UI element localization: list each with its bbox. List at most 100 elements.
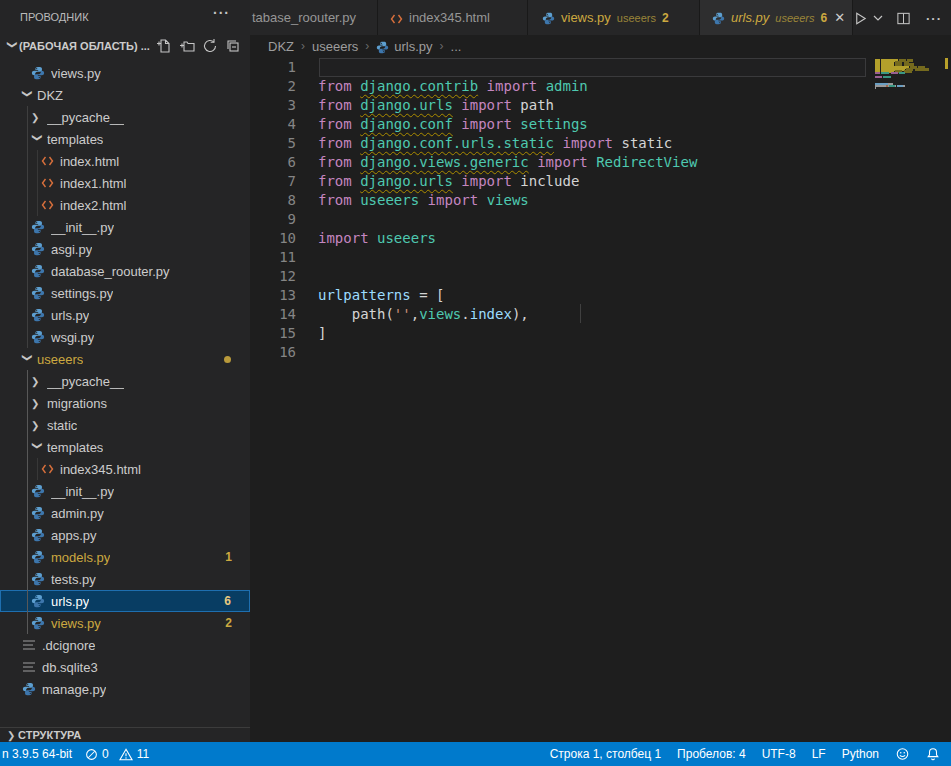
problems-status[interactable]: 0 11 bbox=[85, 742, 149, 766]
cursor-position-status[interactable]: Строка 1, столбец 1 bbox=[550, 742, 661, 766]
tree-item-settings.py[interactable]: settings.py bbox=[0, 282, 250, 304]
close-icon[interactable]: ✕ bbox=[834, 10, 845, 25]
chevron-down-icon: ❯ bbox=[7, 40, 18, 52]
bell-icon[interactable] bbox=[926, 742, 940, 766]
file-label: manage.py bbox=[42, 682, 106, 697]
tree-item-db.sqlite3[interactable]: db.sqlite3 bbox=[0, 656, 250, 678]
new-folder-icon[interactable] bbox=[179, 38, 195, 54]
tab-index345.html[interactable]: index345.html bbox=[378, 0, 528, 35]
collapse-all-icon[interactable] bbox=[225, 38, 241, 54]
file-label: index.html bbox=[60, 154, 119, 169]
code-line-9[interactable]: 9 bbox=[250, 210, 951, 229]
file-label: wsgi.py bbox=[51, 330, 94, 345]
list-icon bbox=[21, 637, 37, 653]
code-line-10[interactable]: 10import useeers bbox=[250, 229, 951, 248]
more-actions-icon[interactable]: ··· bbox=[926, 9, 942, 27]
tree-item-database_roouter.py[interactable]: database_roouter.py bbox=[0, 260, 250, 282]
file-label: asgi.py bbox=[51, 242, 92, 257]
tab-description: useeers bbox=[775, 12, 814, 24]
tree-indent-guide bbox=[37, 458, 38, 480]
warning-icon bbox=[119, 747, 133, 761]
feedback-icon[interactable] bbox=[895, 742, 910, 766]
problems-badge: 1 bbox=[225, 550, 250, 564]
code-line-8[interactable]: 8from useeers import views bbox=[250, 191, 951, 210]
file-label: settings.py bbox=[51, 286, 113, 301]
code-line-11[interactable]: 11 bbox=[250, 248, 951, 267]
tree-item-urls.py[interactable]: urls.py6 bbox=[0, 590, 250, 612]
breadcrumb-item[interactable]: useeers bbox=[312, 39, 358, 54]
python-icon bbox=[30, 241, 46, 257]
tree-item-migrations[interactable]: ❯migrations bbox=[0, 392, 250, 414]
tree-item-views.py[interactable]: views.py2 bbox=[0, 612, 250, 634]
breadcrumb-item[interactable]: urls.py bbox=[394, 39, 432, 54]
new-file-icon[interactable] bbox=[156, 38, 172, 54]
tree-item-tests.py[interactable]: tests.py bbox=[0, 568, 250, 590]
tree-item-DKZ[interactable]: ❯DKZ bbox=[0, 84, 250, 106]
tree-item-manage.py[interactable]: manage.py bbox=[0, 678, 250, 700]
line-number: 14 bbox=[250, 305, 296, 324]
code-line-1[interactable]: 1 bbox=[250, 58, 951, 77]
tree-item-__init__.py[interactable]: __init__.py bbox=[0, 480, 250, 502]
code-editor[interactable]: 12from django.contrib import admin3from … bbox=[250, 57, 951, 742]
outline-section-header[interactable]: ❯ СТРУКТУРА bbox=[0, 727, 250, 742]
tree-indent-guide bbox=[37, 150, 38, 216]
code-line-5[interactable]: 5from django.conf.urls.static import sta… bbox=[250, 134, 951, 153]
code-line-6[interactable]: 6from django.views.generic import Redire… bbox=[250, 153, 951, 172]
split-editor-icon[interactable] bbox=[896, 9, 911, 27]
language-mode-status[interactable]: Python bbox=[842, 742, 879, 766]
code-line-2[interactable]: 2from django.contrib import admin bbox=[250, 77, 951, 96]
tree-item-__init__.py[interactable]: __init__.py bbox=[0, 216, 250, 238]
run-icon[interactable] bbox=[853, 9, 868, 27]
chevron-down-icon: ❯ bbox=[32, 133, 43, 145]
html-icon bbox=[39, 461, 55, 477]
code-line-12[interactable]: 12 bbox=[250, 267, 951, 286]
tree-item-wsgi.py[interactable]: wsgi.py bbox=[0, 326, 250, 348]
tree-item-admin.py[interactable]: admin.py bbox=[0, 502, 250, 524]
tree-item-__pycache__[interactable]: ❯__pycache__ bbox=[0, 106, 250, 128]
tree-item-views.py[interactable]: views.py bbox=[0, 62, 250, 84]
tree-item-urls.py[interactable]: urls.py bbox=[0, 304, 250, 326]
code-line-16[interactable]: 16 bbox=[250, 343, 951, 362]
python-icon bbox=[30, 615, 46, 631]
breadcrumb-item[interactable]: DKZ bbox=[268, 39, 294, 54]
code-line-14[interactable]: 14 path('',views.index), bbox=[250, 305, 951, 324]
python-icon bbox=[30, 571, 46, 587]
tree-item-__pycache__[interactable]: ❯__pycache__ bbox=[0, 370, 250, 392]
run-dropdown-icon[interactable] bbox=[873, 9, 883, 27]
tree-item-models.py[interactable]: models.py1 bbox=[0, 546, 250, 568]
explorer-sidebar: ПРОВОДНИК ··· ❯ (РАБОЧАЯ ОБЛАСТЬ) ... vi… bbox=[0, 0, 250, 742]
workspace-section-header[interactable]: ❯ (РАБОЧАЯ ОБЛАСТЬ) ... bbox=[0, 35, 250, 57]
explorer-more-icon[interactable]: ··· bbox=[213, 5, 230, 21]
encoding-status[interactable]: UTF-8 bbox=[762, 742, 796, 766]
tree-indent-guide bbox=[27, 370, 28, 634]
python-interpreter-status[interactable]: n 3.9.5 64-bit bbox=[2, 742, 72, 766]
tree-item-templates[interactable]: ❯templates bbox=[0, 128, 250, 150]
error-icon bbox=[85, 747, 98, 761]
minimap[interactable] bbox=[875, 57, 939, 177]
chevron-right-icon: ❯ bbox=[7, 730, 18, 741]
tab-views.py[interactable]: views.pyuseeers2 bbox=[528, 0, 700, 35]
tab-urls.py[interactable]: urls.pyuseeers6✕ bbox=[700, 0, 853, 35]
refresh-icon[interactable] bbox=[202, 38, 218, 54]
breadcrumb-item[interactable]: ... bbox=[451, 39, 462, 54]
tree-item-useeers[interactable]: ❯useeers bbox=[0, 348, 250, 370]
eol-status[interactable]: LF bbox=[812, 742, 826, 766]
tree-item-apps.py[interactable]: apps.py bbox=[0, 524, 250, 546]
minimap-line bbox=[875, 76, 882, 78]
file-label: templates bbox=[47, 440, 103, 455]
code-line-15[interactable]: 15] bbox=[250, 324, 951, 343]
indentation-status[interactable]: Пробелов: 4 bbox=[677, 742, 746, 766]
tab-tabase_roouter.py[interactable]: tabase_roouter.py bbox=[250, 0, 378, 35]
tree-item-.dcignore[interactable]: .dcignore bbox=[0, 634, 250, 656]
code-text: urlpatterns = [ bbox=[318, 286, 444, 305]
code-line-4[interactable]: 4from django.conf import settings bbox=[250, 115, 951, 134]
tree-item-static[interactable]: ❯static bbox=[0, 414, 250, 436]
code-line-3[interactable]: 3from django.urls import path bbox=[250, 96, 951, 115]
tree-item-templates[interactable]: ❯templates bbox=[0, 436, 250, 458]
chevron-right-icon: ❯ bbox=[31, 112, 43, 123]
code-line-13[interactable]: 13urlpatterns = [ bbox=[250, 286, 951, 305]
code-line-7[interactable]: 7from django.urls import include bbox=[250, 172, 951, 191]
file-label: views.py bbox=[51, 616, 101, 631]
tree-item-asgi.py[interactable]: asgi.py bbox=[0, 238, 250, 260]
python-icon bbox=[30, 329, 46, 345]
